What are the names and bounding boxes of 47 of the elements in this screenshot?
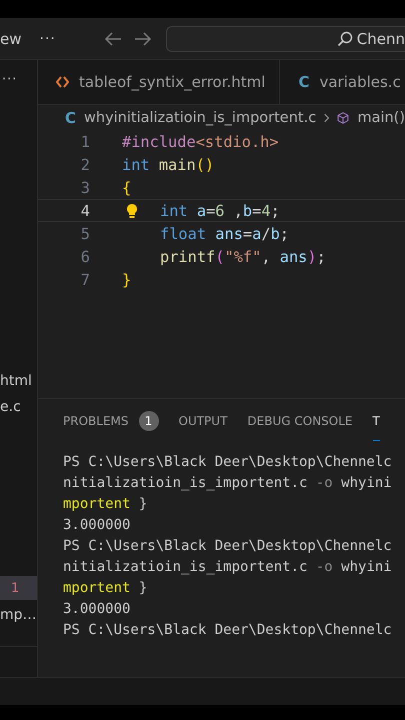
chevron-icon bbox=[324, 112, 330, 124]
panel-tab[interactable]: T bbox=[372, 401, 380, 441]
c-file-icon: C bbox=[298, 73, 310, 91]
panel-tab[interactable]: PROBLEMS 1 bbox=[63, 401, 158, 441]
terminal-line: 3.000000 bbox=[63, 600, 132, 619]
line-number: 7 bbox=[80, 270, 90, 288]
forward-arrow-icon[interactable] bbox=[134, 32, 152, 46]
terminal-line: PS C:\Users\Black Deer\Desktop\Chennelc bbox=[63, 621, 393, 640]
breadcrumb-file[interactable]: whyinitializatioin_is_importent.c bbox=[84, 110, 316, 126]
file-item[interactable]: html bbox=[0, 372, 37, 390]
code-line: int main() bbox=[122, 156, 214, 174]
code-line: { bbox=[122, 178, 132, 196]
line-number: 1 bbox=[80, 132, 90, 150]
line-number: 4 bbox=[80, 202, 90, 220]
terminal-line: mportent } bbox=[63, 579, 148, 598]
back-arrow-icon[interactable] bbox=[104, 32, 122, 46]
panel-tab[interactable]: OUTPUT bbox=[178, 401, 228, 441]
more-button[interactable]: ··· bbox=[2, 72, 37, 87]
code-line: float ans=a/b; bbox=[160, 224, 289, 242]
line-number: 3 bbox=[80, 178, 90, 196]
lightbulb-icon[interactable] bbox=[126, 202, 138, 218]
menu-label[interactable]: ew bbox=[0, 30, 22, 48]
code-line: printf("%f", ans); bbox=[160, 248, 326, 266]
line-number: 5 bbox=[80, 224, 90, 242]
terminal-line: nitializatioin_is_importent.c -o whyini bbox=[63, 474, 393, 493]
terminal-line: mportent } bbox=[63, 495, 148, 514]
code-line: int a=6 ,b=4; bbox=[160, 202, 280, 220]
line-number: 6 bbox=[80, 248, 90, 266]
code-line: } bbox=[122, 270, 132, 288]
line-number: 2 bbox=[80, 156, 90, 174]
search-icon bbox=[336, 30, 353, 46]
file-item[interactable]: mp… bbox=[0, 606, 37, 624]
search-field[interactable]: Chenn bbox=[166, 26, 405, 52]
code-line: #include<stdio.h> bbox=[122, 132, 279, 150]
editor-tab[interactable]: C variables.c bbox=[280, 60, 405, 104]
terminal-line: 3.000000 bbox=[63, 516, 132, 535]
file-item[interactable]: e.c bbox=[0, 398, 37, 416]
cube-icon bbox=[337, 110, 350, 126]
editor-tab[interactable]: tableof_syntix_error.html bbox=[38, 60, 280, 104]
more-button[interactable]: ··· bbox=[40, 30, 56, 46]
code-brackets-icon bbox=[56, 76, 69, 88]
panel-tab[interactable]: DEBUG CONSOLE bbox=[247, 401, 353, 441]
breadcrumb-symbol[interactable]: main() bbox=[357, 110, 405, 126]
terminal-line: nitializatioin_is_importent.c -o whyini bbox=[63, 558, 393, 577]
terminal-line: PS C:\Users\Black Deer\Desktop\Chennelc bbox=[63, 453, 393, 472]
c-file-icon: C bbox=[65, 108, 76, 126]
terminal-line: PS C:\Users\Black Deer\Desktop\Chennelc bbox=[63, 537, 393, 556]
